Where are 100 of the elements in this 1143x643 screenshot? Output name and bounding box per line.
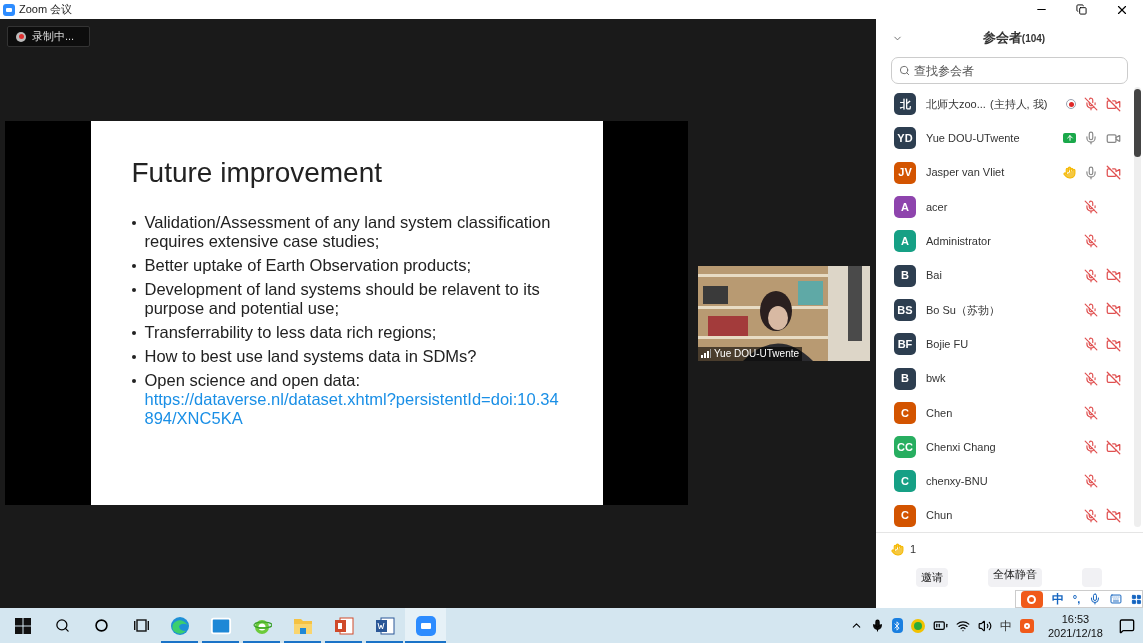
muted-mic-icon[interactable]: [1084, 337, 1098, 352]
restore-icon[interactable]: [1076, 4, 1087, 15]
search-icon[interactable]: [54, 618, 70, 633]
participant-row[interactable]: 北 北师大zoo... (主持人, 我): [876, 87, 1143, 122]
muted-mic-icon[interactable]: [1084, 371, 1098, 386]
raised-hand-count: 1: [910, 542, 917, 558]
recording-indicator[interactable]: 录制中...: [7, 26, 90, 47]
zoom-app-icon[interactable]: [415, 615, 436, 636]
muted-mic-icon[interactable]: [1084, 440, 1098, 455]
bullet-icon: [131, 221, 136, 225]
notification-icon[interactable]: [1119, 617, 1135, 634]
clock[interactable]: 16:53 2021/12/18: [1047, 611, 1103, 640]
avatar: B: [894, 367, 916, 390]
avatar: C: [894, 504, 916, 527]
avatar: A: [894, 196, 916, 219]
video-off-icon[interactable]: [1106, 336, 1121, 352]
bullet-icon: [131, 264, 136, 268]
task-view-icon[interactable]: [133, 619, 149, 632]
video-off-icon[interactable]: [1106, 371, 1121, 386]
participant-row[interactable]: C chenxy-BNU: [876, 464, 1143, 499]
muted-mic-icon[interactable]: [1084, 268, 1098, 283]
participant-row[interactable]: C Chun: [876, 498, 1143, 532]
zoom-logo-icon: [3, 3, 15, 16]
video-off-icon[interactable]: [1106, 508, 1121, 524]
wifi-icon[interactable]: [955, 618, 970, 633]
participant-name: chenxy-BNU: [926, 474, 988, 490]
muted-mic-icon[interactable]: [1084, 405, 1098, 420]
bluetooth-icon[interactable]: [891, 618, 903, 633]
participant-row[interactable]: CC Chenxi Chang: [876, 429, 1143, 465]
sogou-tray-icon[interactable]: [1019, 618, 1034, 633]
windows-logo-icon[interactable]: [14, 617, 31, 634]
participant-row[interactable]: YD Yue DOU-UTwente: [876, 121, 1143, 156]
mic-icon[interactable]: [1084, 131, 1098, 146]
microphone-icon[interactable]: [870, 619, 884, 632]
video-off-icon[interactable]: [1106, 96, 1121, 112]
muted-mic-icon[interactable]: [1084, 508, 1098, 523]
link[interactable]: https://dataverse.nl/dataset.xhtml?persistentId=doi:10.34894/XNC5KA: [144, 390, 563, 428]
word-icon[interactable]: [374, 615, 395, 636]
participant-count: (104): [1021, 33, 1046, 47]
muted-mic-icon[interactable]: [1084, 97, 1098, 112]
mic-icon[interactable]: [1084, 165, 1098, 180]
participant-row[interactable]: BF Bojie FU: [876, 327, 1143, 362]
raised-hand-icon: [891, 543, 904, 556]
bullet-text: Transferrability to less data rich regions;: [144, 323, 437, 342]
bullet-text: Validation/Assessment of any land system classification requires extensive case studies;: [144, 213, 552, 251]
participant-row[interactable]: JV Jasper van Vliet: [876, 155, 1143, 190]
participant-name: Chen: [926, 405, 953, 421]
input-language[interactable]: 中: [999, 616, 1012, 635]
sogou-logo-icon[interactable]: [1021, 590, 1043, 608]
participant-row[interactable]: B Bai: [876, 258, 1143, 293]
participant-row[interactable]: A Administrator: [876, 224, 1143, 259]
participant-row[interactable]: C Chen: [876, 395, 1143, 430]
participant-name: Bai: [926, 268, 942, 284]
avatar: A: [894, 230, 916, 253]
powerpoint-icon[interactable]: [333, 615, 354, 636]
avatar: C: [894, 401, 916, 424]
participant-row[interactable]: A acer: [876, 189, 1143, 225]
avatar: YD: [894, 127, 916, 150]
video-off-icon[interactable]: [1106, 268, 1121, 284]
battery-icon[interactable]: [932, 618, 948, 633]
video-off-icon[interactable]: [1106, 439, 1121, 455]
avatar: 北: [894, 93, 916, 116]
video-off-icon[interactable]: [1106, 302, 1121, 318]
panel-title: 参会者: [982, 29, 1022, 48]
muted-mic-icon[interactable]: [1084, 302, 1098, 317]
scrollbar[interactable]: [1134, 87, 1141, 527]
avatar: JV: [894, 161, 916, 184]
participant-name: Bojie FU: [926, 336, 969, 352]
ime-mode[interactable]: 中: [1051, 590, 1064, 608]
folder-icon[interactable]: [292, 616, 313, 635]
participant-row[interactable]: B bwk: [876, 361, 1143, 396]
cortana-icon[interactable]: [94, 619, 108, 632]
invite-button[interactable]: 邀请: [916, 568, 948, 587]
participant-name: Jasper van Vliet: [926, 165, 1005, 181]
bullet-icon: [131, 331, 136, 335]
toolbox-icon[interactable]: [1131, 593, 1142, 605]
mute-all-button[interactable]: 全体静音: [988, 568, 1042, 587]
volume-icon[interactable]: [977, 618, 992, 633]
keyboard-icon[interactable]: [1110, 593, 1123, 605]
voice-input-icon[interactable]: [1089, 593, 1102, 605]
participant-role: (主持人, 我): [989, 96, 1048, 112]
participant-name: bwk: [926, 371, 946, 387]
participant-name: Administrator: [926, 234, 991, 250]
search-field[interactable]: 查找参会者: [891, 57, 1128, 84]
bullet-text: Open science and open data:: [144, 371, 362, 390]
participant-row[interactable]: BS Bo Su（苏勃）: [876, 292, 1143, 328]
bullet-text: Better uptake of Earth Observation products;: [144, 256, 471, 275]
bullet-text: Development of land systems should be relavent to its purpose and potential use;: [144, 280, 541, 318]
slide-title: Future improvement: [131, 159, 384, 187]
signal-icon: [701, 349, 711, 358]
muted-mic-icon[interactable]: [1084, 200, 1098, 215]
avatar: B: [894, 264, 916, 287]
muted-mic-icon[interactable]: [1084, 474, 1098, 489]
bullet-icon: [131, 355, 136, 359]
edge-browser-icon[interactable]: [169, 615, 190, 636]
participant-name: Bo Su（苏勃）: [926, 302, 1000, 318]
participant-name: 北师大zoo...: [926, 96, 986, 112]
ime-punctuation[interactable]: °,: [1072, 590, 1081, 608]
video-off-icon[interactable]: [1106, 165, 1121, 181]
muted-mic-icon[interactable]: [1084, 234, 1098, 249]
